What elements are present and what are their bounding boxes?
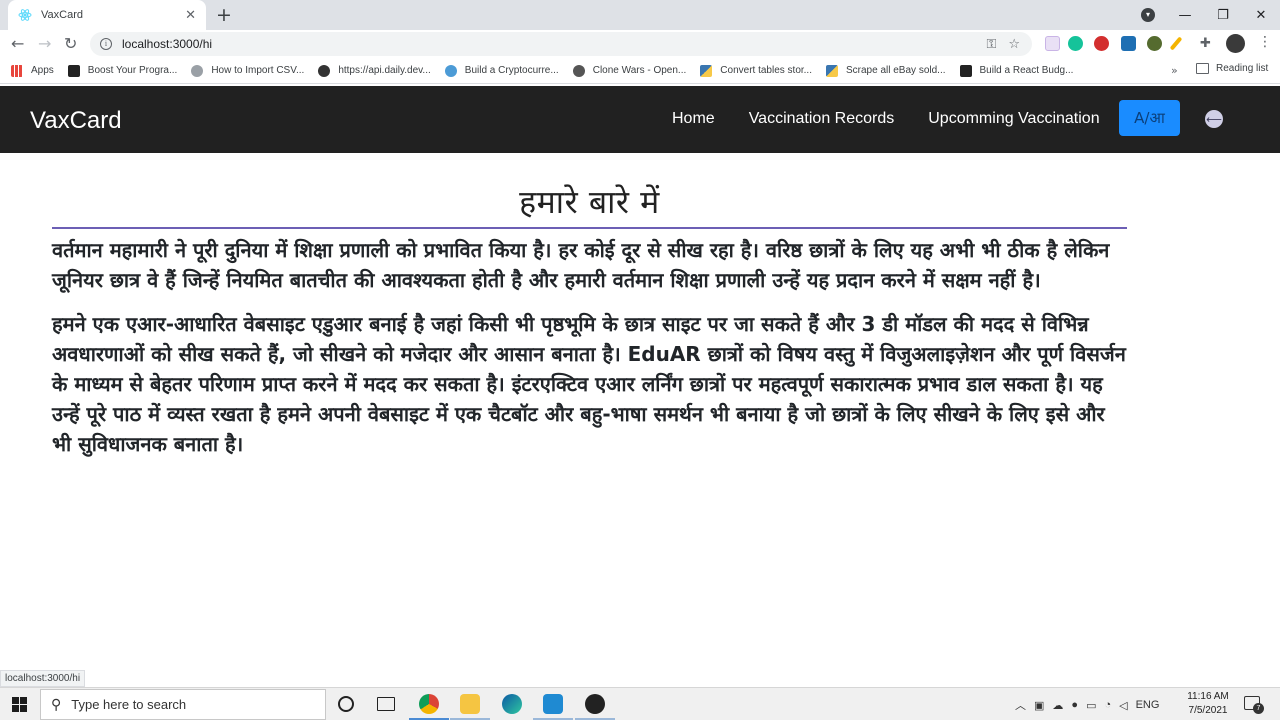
windows-start-icon[interactable] bbox=[12, 697, 27, 712]
vscode-icon[interactable] bbox=[543, 694, 563, 714]
about-section: हमारे बारे में वर्तमान महामारी ने पूरी द… bbox=[52, 180, 1127, 459]
theme-toggle-button[interactable]: ⟵ bbox=[1205, 110, 1223, 128]
forward-icon[interactable]: → bbox=[38, 34, 51, 53]
bookmark-favicon-icon bbox=[959, 64, 972, 77]
bookmark-star-icon[interactable]: ☆ bbox=[1008, 37, 1020, 52]
bookmark-item[interactable]: Build a Cryptocurre... bbox=[444, 64, 559, 77]
microphone-icon[interactable]: ● bbox=[1071, 699, 1078, 711]
taskbar-clock[interactable]: 11:16 AM 7/5/2021 bbox=[1181, 690, 1235, 718]
react-favicon-icon bbox=[18, 8, 32, 22]
bookmark-favicon-icon bbox=[67, 64, 80, 77]
tab-close-icon[interactable]: ✕ bbox=[185, 8, 196, 23]
browser-toolbar: ← → ↻ i localhost:3000/hi ⚿ ☆ ✚ ⋮ bbox=[0, 30, 1280, 58]
github-icon[interactable] bbox=[585, 694, 605, 714]
task-view-icon[interactable] bbox=[377, 697, 395, 711]
puzzle-extensions-icon[interactable]: ✚ bbox=[1200, 36, 1215, 51]
bookmark-apps[interactable]: Apps bbox=[11, 64, 54, 77]
reading-list-icon bbox=[1196, 63, 1209, 74]
nav-upcoming-vaccination[interactable]: Upcomming Vaccination bbox=[928, 110, 1099, 128]
language-toggle-button[interactable]: A/आ bbox=[1119, 100, 1180, 136]
bookmark-item[interactable]: Build a React Budg... bbox=[959, 64, 1073, 77]
tab-search-icon[interactable]: ▾ bbox=[1141, 8, 1155, 22]
clock-time: 11:16 AM bbox=[1187, 691, 1229, 702]
bookmark-item[interactable]: Scrape all eBay sold... bbox=[826, 64, 946, 77]
reading-list-button[interactable]: Reading list bbox=[1196, 63, 1268, 74]
address-url[interactable]: localhost:3000/hi bbox=[122, 37, 986, 51]
app-navbar: VaxCard Home Vaccination Records Upcommi… bbox=[0, 86, 1280, 153]
chevron-up-icon[interactable]: ︿ bbox=[1015, 697, 1026, 713]
search-icon: ⚲ bbox=[51, 696, 62, 713]
python-icon bbox=[826, 64, 838, 77]
extension-green-icon[interactable] bbox=[1147, 36, 1162, 51]
arrow-left-icon: ⟵ bbox=[1206, 112, 1222, 126]
key-icon[interactable]: ⚿ bbox=[986, 37, 996, 52]
battery-icon[interactable]: ▭ bbox=[1086, 699, 1096, 712]
reload-icon[interactable]: ↻ bbox=[64, 34, 77, 53]
bookmarks-bar: Apps Boost Your Progra... How to Import … bbox=[0, 58, 1280, 84]
taskbar-search-placeholder: Type here to search bbox=[71, 697, 187, 712]
language-indicator[interactable]: ENG bbox=[1136, 699, 1160, 711]
cloud-icon[interactable]: ☁ bbox=[1052, 699, 1063, 712]
nav-links: Home Vaccination Records Upcomming Vacci… bbox=[672, 110, 1134, 128]
address-bar[interactable]: i localhost:3000/hi ⚿ ☆ bbox=[90, 32, 1032, 56]
bookmark-favicon-icon bbox=[444, 64, 457, 77]
clock-date: 7/5/2021 bbox=[1188, 705, 1228, 716]
bookmark-item[interactable]: Boost Your Progra... bbox=[67, 64, 177, 77]
taskbar-search[interactable]: ⚲ Type here to search bbox=[40, 689, 326, 720]
page-title: हमारे बारे में bbox=[519, 183, 660, 221]
bookmark-item[interactable]: Convert tables stor... bbox=[700, 64, 812, 77]
bookmark-item[interactable]: Clone Wars - Open... bbox=[572, 64, 686, 77]
system-tray: ︿ ▣ ☁ ● ▭ ◔ ◁ ENG bbox=[1015, 697, 1167, 713]
bookmark-item[interactable]: https://api.daily.dev... bbox=[318, 64, 431, 77]
cortana-icon[interactable] bbox=[338, 696, 354, 712]
title-divider bbox=[52, 227, 1127, 229]
about-paragraph: वर्तमान महामारी ने पूरी दुनिया में शिक्ष… bbox=[52, 238, 1110, 292]
nav-home[interactable]: Home bbox=[672, 110, 715, 128]
apps-grid-icon bbox=[11, 64, 23, 77]
wifi-icon[interactable]: ◔ bbox=[1104, 699, 1111, 711]
tray-app-icon[interactable]: ▣ bbox=[1034, 699, 1044, 712]
edge-icon[interactable] bbox=[502, 694, 522, 714]
grammarly-icon[interactable] bbox=[1068, 36, 1083, 51]
minimize-button[interactable]: — bbox=[1166, 8, 1204, 23]
profile-avatar[interactable] bbox=[1226, 34, 1245, 53]
bookmarks-overflow-icon[interactable]: » bbox=[1171, 64, 1178, 77]
bookmark-item[interactable]: How to Import CSV... bbox=[191, 64, 304, 77]
chrome-icon[interactable] bbox=[419, 694, 439, 714]
status-url: localhost:3000/hi bbox=[0, 670, 86, 687]
python-icon bbox=[700, 64, 713, 77]
extension-face-icon[interactable] bbox=[1094, 36, 1109, 51]
about-paragraph: हमने एक एआर-आधारित वेबसाइट एडुआर बनाई है… bbox=[52, 312, 1126, 456]
file-explorer-icon[interactable] bbox=[460, 694, 480, 714]
globe-icon bbox=[191, 64, 204, 77]
browser-tabstrip: VaxCard ✕ + ▾ — ❐ ✕ bbox=[0, 0, 1280, 30]
close-window-button[interactable]: ✕ bbox=[1242, 8, 1280, 23]
site-info-icon[interactable]: i bbox=[100, 38, 112, 50]
maximize-button[interactable]: ❐ bbox=[1204, 8, 1242, 23]
browser-menu-icon[interactable]: ⋮ bbox=[1258, 34, 1272, 50]
nav-vaccination-records[interactable]: Vaccination Records bbox=[749, 110, 895, 128]
tab-title: VaxCard bbox=[41, 9, 83, 21]
bookmark-favicon-icon bbox=[572, 64, 585, 77]
back-icon[interactable]: ← bbox=[11, 34, 24, 53]
volume-icon[interactable]: ◁ bbox=[1119, 699, 1127, 712]
extension-icon[interactable] bbox=[1045, 36, 1060, 51]
browser-tab[interactable]: VaxCard ✕ bbox=[8, 0, 206, 30]
notification-count-badge: 7 bbox=[1253, 703, 1264, 714]
extension-blue-icon[interactable] bbox=[1121, 36, 1136, 51]
window-controls: — ❐ ✕ bbox=[1166, 0, 1280, 30]
bookmark-favicon-icon bbox=[318, 64, 331, 77]
new-tab-button[interactable]: + bbox=[216, 4, 232, 26]
brand-logo[interactable]: VaxCard bbox=[30, 107, 122, 135]
pen-icon[interactable] bbox=[1169, 36, 1183, 51]
windows-taskbar: ⚲ Type here to search ︿ ▣ ☁ ● ▭ ◔ ◁ ENG … bbox=[0, 687, 1280, 720]
